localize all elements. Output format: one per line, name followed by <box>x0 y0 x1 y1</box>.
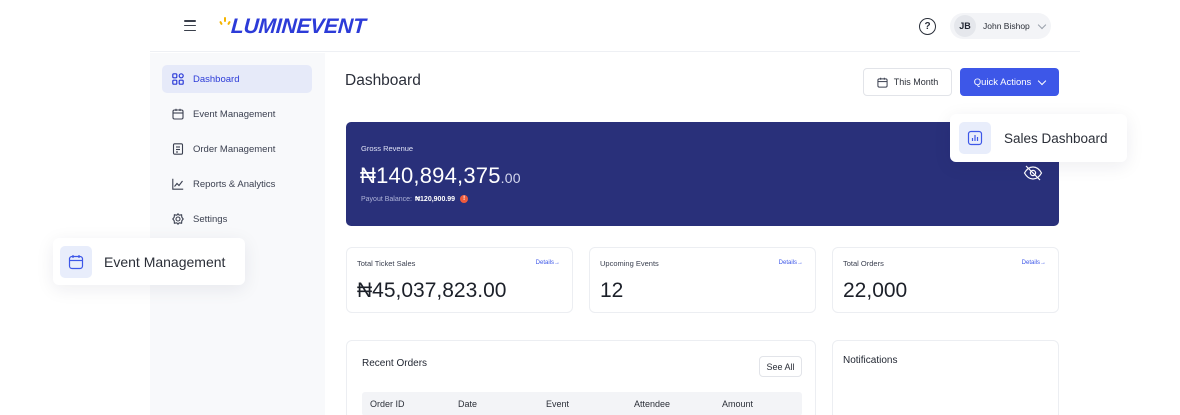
notifications-panel: Notifications <box>832 340 1059 415</box>
column-header[interactable]: Amount <box>722 399 753 409</box>
user-name: John Bishop <box>983 21 1030 31</box>
stat-value: 12 <box>600 279 624 302</box>
eye-off-icon[interactable] <box>1023 165 1043 181</box>
chart-line-icon <box>172 178 184 190</box>
stat-card-ticket-sales: Total Ticket Sales Details→ ₦45,037,823.… <box>346 247 573 313</box>
receipt-icon <box>172 143 184 155</box>
stat-value: 22,000 <box>843 279 908 302</box>
sidebar-item-settings[interactable]: Settings <box>162 205 312 233</box>
logo-spark-icon <box>218 17 231 37</box>
bar-chart-icon <box>959 122 991 154</box>
avatar: JB <box>954 15 976 37</box>
column-header[interactable]: Event <box>546 399 569 409</box>
sidebar-item-label: Dashboard <box>193 73 240 85</box>
help-icon[interactable]: ? <box>919 18 936 35</box>
page-title: Dashboard <box>345 72 421 89</box>
sidebar-item-order-management[interactable]: Order Management <box>162 135 312 163</box>
sidebar-item-label: Order Management <box>193 143 276 155</box>
chevron-down-icon <box>1038 76 1047 85</box>
column-header[interactable]: Attendee <box>634 399 670 409</box>
stat-value: ₦45,037,823.00 <box>357 279 507 302</box>
sidebar-item-event-management[interactable]: Event Management <box>162 100 312 128</box>
column-header[interactable]: Order ID <box>370 399 405 409</box>
user-menu[interactable]: JB John Bishop <box>950 13 1051 39</box>
hamburger-menu-icon[interactable] <box>184 20 196 31</box>
sidebar-item-dashboard[interactable]: Dashboard <box>162 65 312 93</box>
calendar-icon <box>172 108 184 120</box>
sidebar-item-label: Event Management <box>193 108 276 120</box>
sales-dashboard-card[interactable]: Sales Dashboard <box>950 114 1127 162</box>
details-link[interactable]: Details→ <box>536 260 560 266</box>
payout-balance: Payout Balance: ₦120,900.99 ! <box>361 195 469 203</box>
gross-revenue-amount: ₦140,894,375.00 <box>360 163 521 188</box>
event-management-label: Event Management <box>104 253 226 270</box>
column-header[interactable]: Date <box>458 399 477 409</box>
stat-card-upcoming-events: Upcoming Events Details→ 12 <box>589 247 816 313</box>
notifications-title: Notifications <box>843 355 898 366</box>
details-link[interactable]: Details→ <box>779 260 803 266</box>
stat-label: Total Orders <box>843 259 884 268</box>
quick-actions-label: Quick Actions <box>973 76 1032 88</box>
sidebar: Dashboard Event Management Order Managem… <box>150 53 325 415</box>
payout-label: Payout Balance: <box>361 195 412 203</box>
sidebar-item-label: Reports & Analytics <box>193 178 276 190</box>
recent-orders-title: Recent Orders <box>362 358 428 369</box>
details-link[interactable]: Details→ <box>1022 260 1046 266</box>
gross-revenue-label: Gross Revenue <box>361 144 414 153</box>
period-filter-button[interactable]: This Month <box>863 68 952 96</box>
grid-icon <box>172 73 184 85</box>
event-management-card[interactable]: Event Management <box>53 238 245 285</box>
gear-icon <box>172 213 184 225</box>
stat-card-total-orders: Total Orders Details→ 22,000 <box>832 247 1059 313</box>
quick-actions-button[interactable]: Quick Actions <box>960 68 1059 96</box>
logo[interactable]: LUMINEVENT <box>218 10 366 44</box>
see-all-button[interactable]: See All <box>759 356 802 377</box>
sidebar-item-label: Settings <box>193 213 228 225</box>
payout-value: ₦120,900.99 <box>414 195 456 203</box>
chevron-down-icon <box>1037 20 1047 29</box>
stat-label: Upcoming Events <box>600 259 659 268</box>
top-bar: LUMINEVENT ? JB John Bishop <box>150 0 1080 52</box>
period-filter-label: This Month <box>893 77 939 87</box>
recent-orders-panel: Recent Orders See All Order ID Date Even… <box>346 340 816 415</box>
calendar-icon <box>60 245 92 278</box>
logo-text: LUMINEVENT <box>230 15 367 38</box>
info-alert-icon[interactable]: ! <box>460 195 469 203</box>
orders-table-header: Order ID Date Event Attendee Amount <box>362 392 802 415</box>
stat-label: Total Ticket Sales <box>357 259 416 268</box>
calendar-icon <box>877 77 888 88</box>
sales-dashboard-label: Sales Dashboard <box>1004 130 1108 146</box>
sidebar-item-reports[interactable]: Reports & Analytics <box>162 170 312 198</box>
